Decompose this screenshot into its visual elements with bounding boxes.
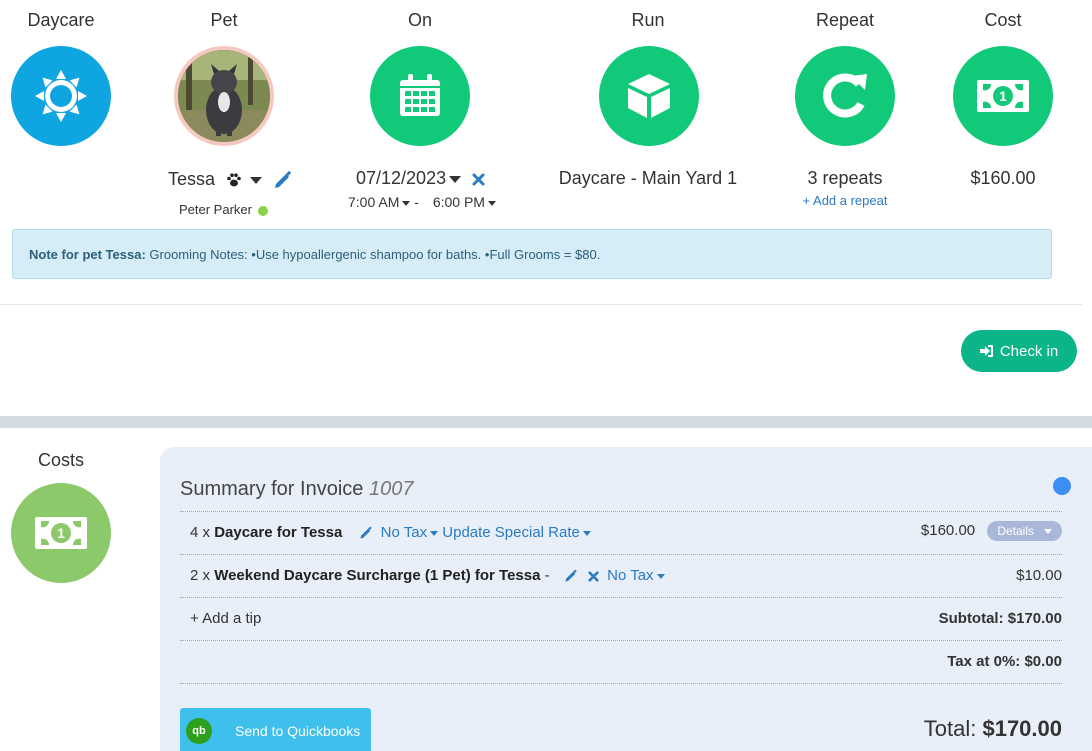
quickbooks-label: Send to Quickbooks	[235, 723, 361, 739]
date-dropdown-caret[interactable]	[449, 175, 462, 183]
run-title: Run	[631, 10, 665, 30]
time-separator: -	[414, 194, 419, 210]
tax-caret[interactable]	[656, 573, 665, 579]
pet-column: Pet Tessa Peter Parker	[124, 0, 324, 230]
subtotal: Subtotal: $170.00	[938, 610, 1062, 627]
tip-subtotal-row: + Add a tip Subtotal: $170.00	[180, 597, 1062, 640]
svg-text:1: 1	[999, 88, 1007, 104]
on-column: On 07/12/2023 7:00 AM - 6:00 PM	[340, 0, 500, 230]
line-amount: $160.00	[920, 521, 976, 539]
tax-dropdown[interactable]: No Tax	[607, 567, 653, 584]
check-in-button[interactable]: Check in	[961, 330, 1077, 372]
repeat-button[interactable]	[795, 46, 895, 146]
date-value[interactable]: 07/12/2023	[356, 168, 446, 188]
tax-dropdown[interactable]: No Tax	[381, 524, 427, 541]
details-label: Details	[997, 524, 1034, 538]
total-divider	[180, 683, 1062, 684]
invoice-total: Total: $170.00	[924, 716, 1062, 742]
line-item: 4 x Daycare for Tessa No Tax Update Spec…	[180, 511, 1062, 554]
note-label: Note for pet Tessa:	[29, 247, 146, 262]
invoice-number: 1007	[368, 478, 414, 500]
money-icon: 1	[977, 80, 1029, 112]
end-time[interactable]: 6:00 PM	[433, 194, 485, 210]
cost-title: Cost	[984, 10, 1022, 30]
special-rate-caret[interactable]	[582, 530, 591, 536]
details-button[interactable]: Details	[987, 521, 1062, 541]
pet-note-alert: Note for pet Tessa: Grooming Notes: •Use…	[12, 229, 1052, 279]
close-icon[interactable]	[588, 570, 599, 582]
total-value: $170.00	[982, 716, 1062, 741]
reservation-card: Daycare Pet Tessa Peter Parker On 07/12/…	[0, 0, 1092, 416]
invoice-status-dot[interactable]	[1053, 477, 1071, 495]
costs-section: Costs 1 Summary for Invoice 1007 4 x Day…	[0, 428, 1092, 751]
special-rate-dropdown[interactable]: Update Special Rate	[442, 524, 580, 541]
run-value[interactable]: Daycare - Main Yard 1	[548, 168, 748, 189]
close-icon[interactable]	[472, 173, 485, 186]
start-time[interactable]: 7:00 AM	[348, 194, 399, 210]
cost-value: $160.00	[970, 168, 1036, 188]
total-label: Total:	[923, 716, 977, 741]
tax-total: Tax at 0%: $0.00	[947, 653, 1062, 670]
pencil-icon[interactable]	[359, 526, 373, 540]
quickbooks-icon: qb	[186, 718, 212, 744]
owner-name[interactable]: Peter Parker	[179, 202, 252, 217]
cube-icon	[628, 74, 670, 118]
tax-caret[interactable]	[430, 530, 439, 536]
costs-button[interactable]: 1	[11, 483, 111, 583]
line-name: Daycare for Tessa	[214, 524, 343, 541]
quickbooks-logo-text: qb	[192, 725, 206, 737]
pet-dropdown-caret[interactable]	[250, 176, 263, 184]
cost-button[interactable]: 1	[953, 46, 1053, 146]
line-qty: 2 x	[190, 567, 211, 584]
refresh-icon	[823, 73, 867, 118]
note-text: Grooming Notes: •Use hypoallergenic sham…	[149, 247, 601, 262]
line-item: 2 x Weekend Daycare Surcharge (1 Pet) fo…	[180, 554, 1062, 597]
line-name: Weekend Daycare Surcharge (1 Pet) for Te…	[214, 567, 541, 584]
pet-title: Pet	[210, 10, 238, 30]
money-icon: 1	[35, 517, 87, 549]
add-repeat-link[interactable]: + Add a repeat	[780, 193, 910, 208]
cost-column: Cost 1 $160.00	[948, 0, 1058, 200]
on-title: On	[407, 10, 432, 30]
date-button[interactable]	[370, 46, 470, 146]
repeat-count: 3 repeats	[807, 168, 883, 188]
invoice-title: Summary for Invoice 1007	[180, 478, 413, 501]
run-button[interactable]	[599, 46, 699, 146]
repeat-column: Repeat 3 repeats + Add a repeat	[780, 0, 910, 220]
run-column: Run Daycare - Main Yard 1	[548, 0, 748, 200]
tax-row: Tax at 0%: $0.00	[180, 640, 1062, 683]
pencil-icon[interactable]	[564, 569, 578, 583]
repeat-title: Repeat	[815, 10, 875, 30]
online-status-dot	[257, 205, 268, 216]
start-time-caret[interactable]	[402, 200, 411, 206]
owner-row: Peter Parker	[179, 202, 268, 217]
daycare-button[interactable]	[11, 46, 111, 146]
section-divider	[0, 304, 1082, 305]
end-time-caret[interactable]	[487, 200, 496, 206]
svg-text:1: 1	[57, 525, 65, 541]
paw-icon	[227, 173, 241, 187]
line-dash: -	[544, 567, 550, 584]
pet-name[interactable]: Tessa	[168, 169, 215, 189]
add-tip-link[interactable]: + Add a tip	[190, 610, 261, 627]
daycare-column: Daycare	[11, 0, 111, 150]
calendar-icon	[400, 74, 440, 116]
invoice-summary-panel: Summary for Invoice 1007 4 x Daycare for…	[160, 447, 1092, 751]
time-row: 7:00 AM - 6:00 PM	[348, 194, 496, 210]
invoice-title-label: Summary for Invoice	[180, 478, 364, 500]
send-to-quickbooks-button[interactable]: qb Send to Quickbooks	[180, 708, 371, 751]
pet-avatar-image	[178, 50, 270, 142]
sign-in-icon	[979, 345, 993, 357]
date-row: 07/12/2023	[356, 168, 489, 189]
pet-name-row: Tessa	[168, 169, 297, 190]
pencil-icon[interactable]	[273, 170, 293, 190]
line-amount: $10.00	[1016, 567, 1062, 584]
sun-icon	[35, 70, 87, 122]
pet-photo[interactable]	[174, 46, 274, 146]
daycare-title: Daycare	[27, 10, 95, 30]
section-separator-band	[0, 416, 1092, 428]
line-qty: 4 x	[190, 524, 211, 541]
costs-title: Costs	[37, 450, 84, 470]
check-in-label: Check in	[999, 342, 1059, 360]
